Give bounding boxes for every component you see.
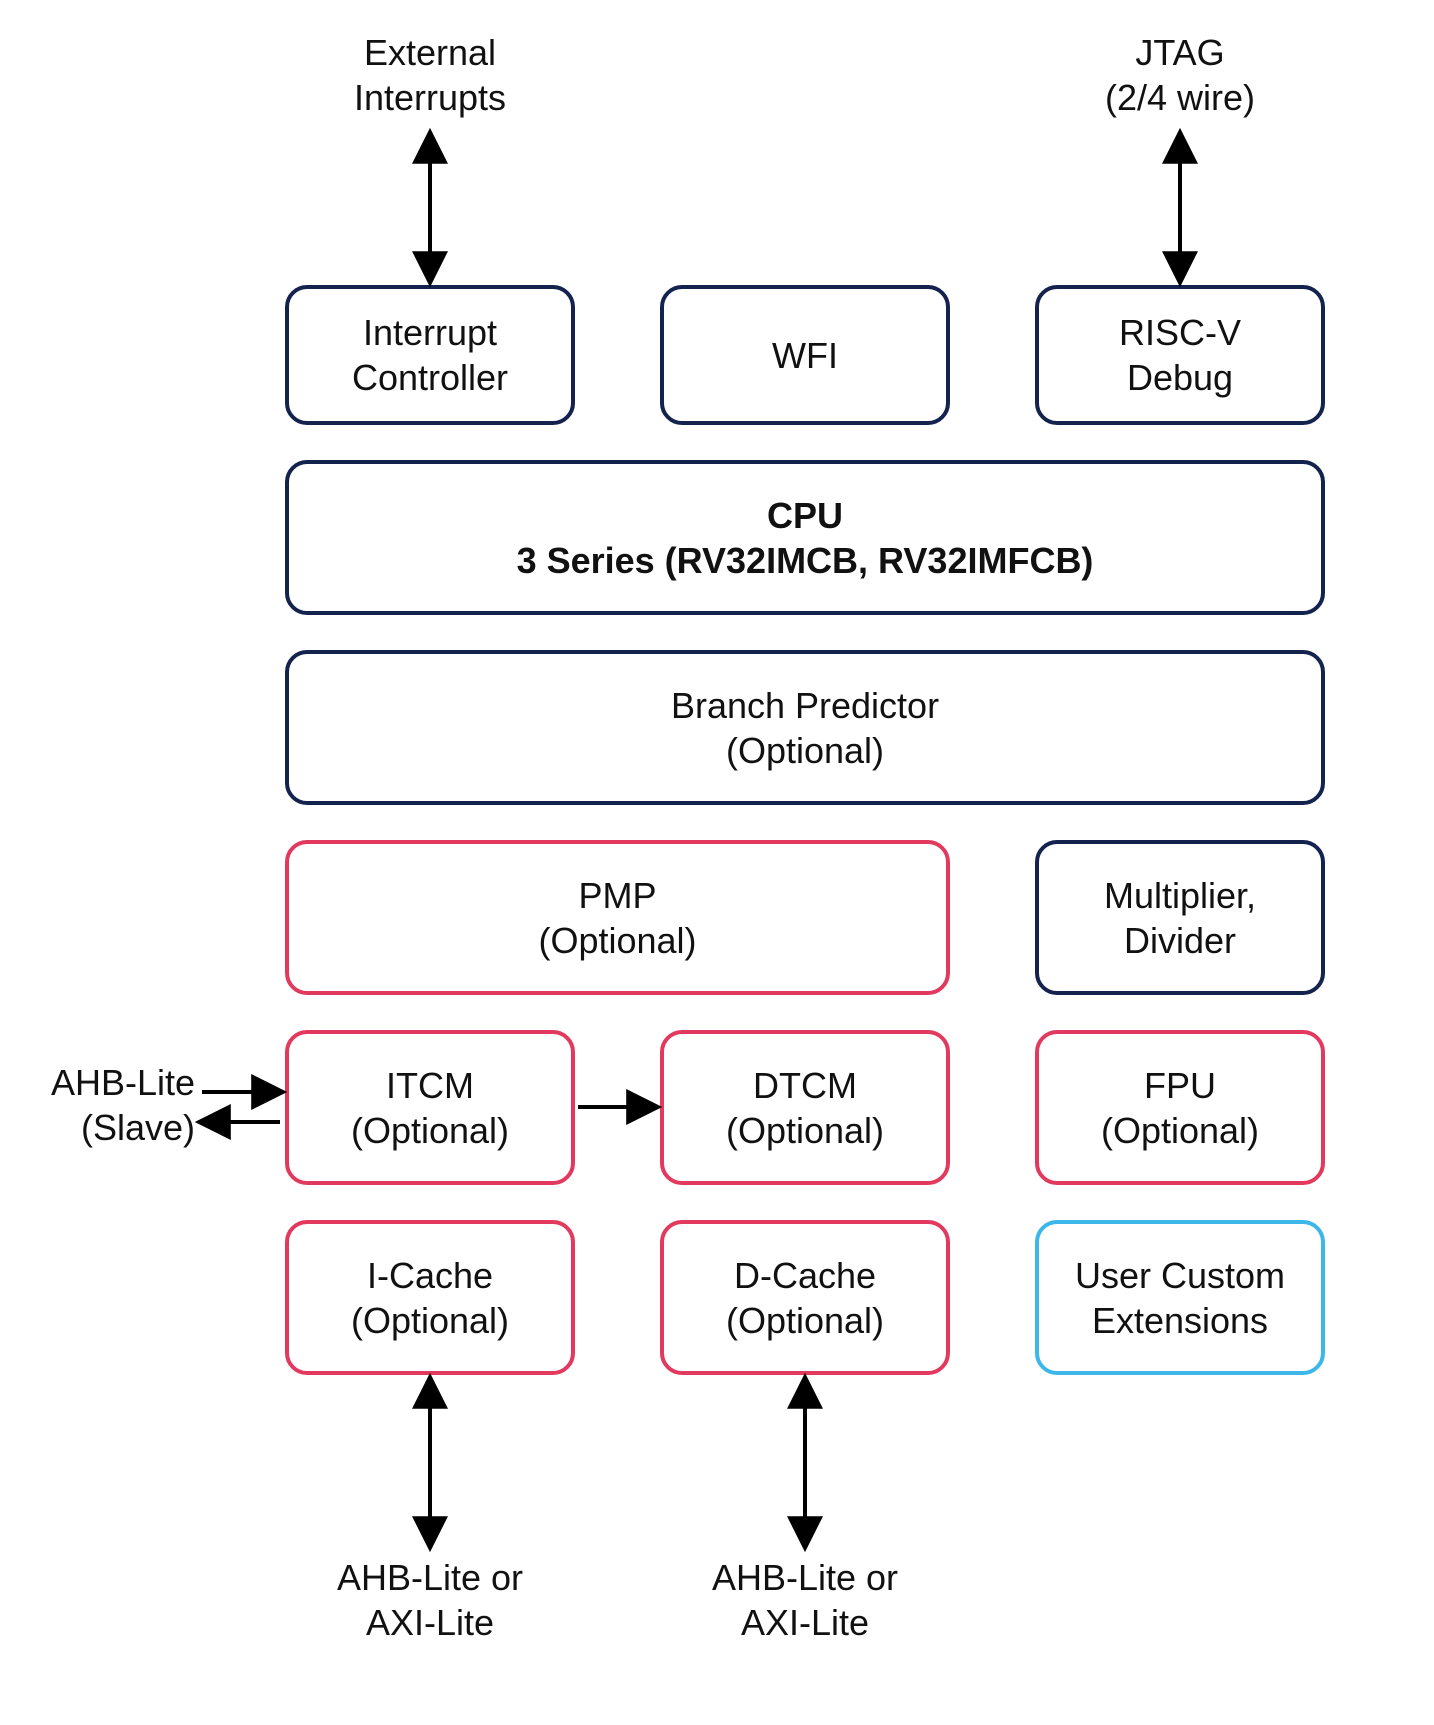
text: Interrupt [363,310,497,355]
label-ahb-lite-slave: AHB-Lite (Slave) [15,1060,195,1150]
text: (Slave) [81,1107,195,1148]
text: JTAG [1135,32,1224,73]
box-pmp: PMP (Optional) [285,840,950,995]
text: AHB-Lite or [337,1557,523,1598]
text: User Custom [1075,1253,1285,1298]
text: Controller [352,355,508,400]
box-icache: I-Cache (Optional) [285,1220,575,1375]
text: (Optional) [538,918,696,963]
box-wfi: WFI [660,285,950,425]
text: AHB-Lite [51,1062,195,1103]
label-external-interrupts: External Interrupts [300,30,560,120]
box-branch-predictor: Branch Predictor (Optional) [285,650,1325,805]
text: 3 Series (RV32IMCB, RV32IMFCB) [517,538,1094,583]
text: AXI-Lite [741,1602,869,1643]
text: (Optional) [1101,1108,1259,1153]
box-user-custom-extensions: User Custom Extensions [1035,1220,1325,1375]
diagram-canvas: External Interrupts JTAG (2/4 wire) Inte… [0,0,1434,1725]
text: (2/4 wire) [1105,77,1255,118]
text: (Optional) [726,1298,884,1343]
text: (Optional) [726,728,884,773]
text: (Optional) [726,1108,884,1153]
text: D-Cache [734,1253,876,1298]
text: Debug [1127,355,1233,400]
text: AXI-Lite [366,1602,494,1643]
text: RISC-V [1119,310,1241,355]
text: ITCM [386,1063,474,1108]
text: I-Cache [367,1253,493,1298]
text: Interrupts [354,77,506,118]
text: Extensions [1092,1298,1268,1343]
text: Multiplier, [1104,873,1256,918]
text: Divider [1124,918,1236,963]
text: DTCM [753,1063,857,1108]
label-ahb-axi-left: AHB-Lite or AXI-Lite [300,1555,560,1645]
box-multiplier-divider: Multiplier, Divider [1035,840,1325,995]
text: FPU [1144,1063,1216,1108]
box-fpu: FPU (Optional) [1035,1030,1325,1185]
box-dtcm: DTCM (Optional) [660,1030,950,1185]
text: WFI [772,333,838,378]
box-itcm: ITCM (Optional) [285,1030,575,1185]
box-interrupt-controller: Interrupt Controller [285,285,575,425]
text: CPU [767,493,843,538]
box-riscv-debug: RISC-V Debug [1035,285,1325,425]
text: (Optional) [351,1108,509,1153]
label-jtag: JTAG (2/4 wire) [1050,30,1310,120]
label-ahb-axi-right: AHB-Lite or AXI-Lite [675,1555,935,1645]
text: Branch Predictor [671,683,939,728]
box-cpu: CPU 3 Series (RV32IMCB, RV32IMFCB) [285,460,1325,615]
text: (Optional) [351,1298,509,1343]
text: External [364,32,496,73]
box-dcache: D-Cache (Optional) [660,1220,950,1375]
text: AHB-Lite or [712,1557,898,1598]
text: PMP [578,873,656,918]
